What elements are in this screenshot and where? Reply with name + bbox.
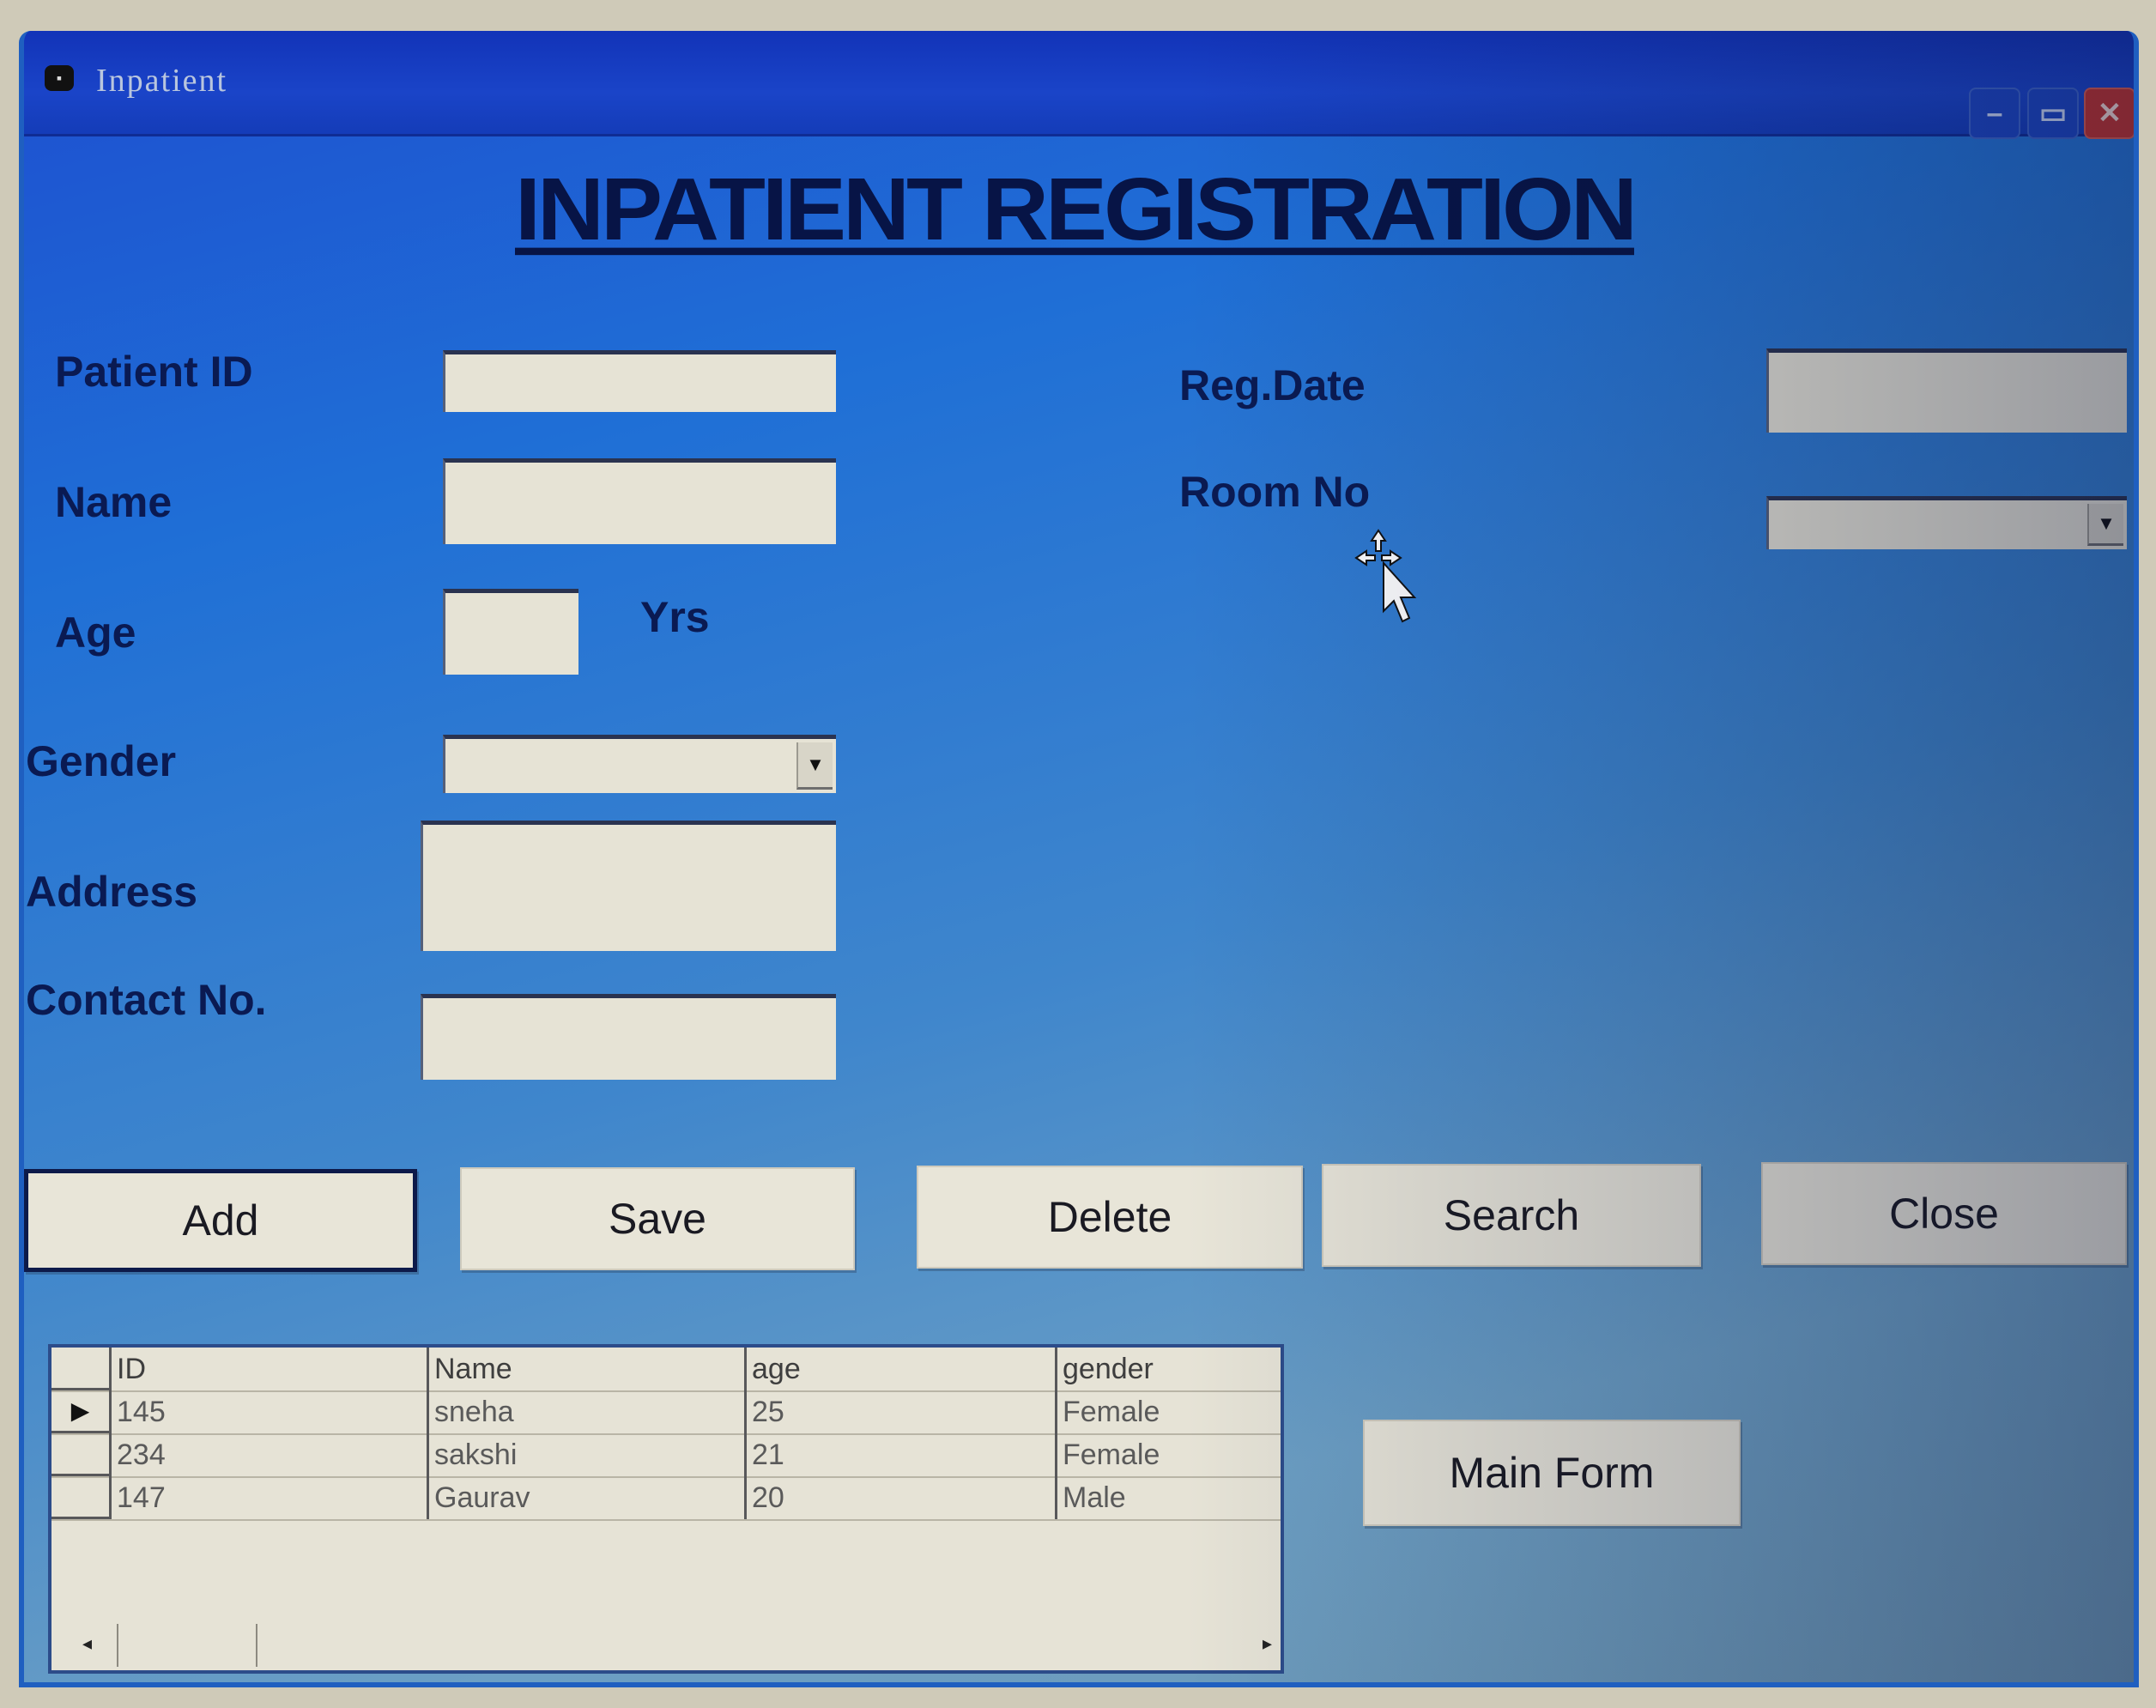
- scrollbar-thumb[interactable]: [117, 1624, 257, 1667]
- cell-age[interactable]: 25: [747, 1390, 1057, 1433]
- column-header-gender[interactable]: gender: [1057, 1348, 1281, 1390]
- save-button[interactable]: Save: [460, 1167, 855, 1270]
- scroll-left-icon[interactable]: ◂: [82, 1632, 92, 1655]
- age-label: Age: [55, 609, 136, 657]
- close-button[interactable]: Close: [1761, 1162, 2127, 1265]
- add-button[interactable]: Add: [24, 1169, 417, 1272]
- patient-data-grid[interactable]: ID Name age gender ▶ 145 sneha 25 Female…: [48, 1344, 1284, 1674]
- gender-select[interactable]: ▼: [443, 735, 836, 793]
- row-selector[interactable]: [51, 1433, 112, 1476]
- room-no-select[interactable]: ▼: [1766, 496, 2127, 549]
- column-header-name[interactable]: Name: [429, 1348, 747, 1390]
- title-bar[interactable]: ▪ Inpatient: [24, 31, 2134, 136]
- cell-id[interactable]: 145: [112, 1390, 429, 1433]
- row-selector[interactable]: [51, 1476, 112, 1519]
- contact-no-input[interactable]: [421, 994, 836, 1080]
- cell-age[interactable]: 21: [747, 1433, 1057, 1476]
- cell-gender[interactable]: Female: [1057, 1433, 1281, 1476]
- reg-date-label: Reg.Date: [1179, 361, 1366, 409]
- current-row-marker-icon[interactable]: ▶: [51, 1390, 112, 1433]
- inpatient-window: ▪ Inpatient – ▭ ✕ INPATIENT REGISTRATION…: [19, 31, 2139, 1687]
- cell-id[interactable]: 147: [112, 1476, 429, 1519]
- maximize-button[interactable]: ▭: [2027, 88, 2079, 139]
- delete-button[interactable]: Delete: [917, 1166, 1303, 1269]
- reg-date-input[interactable]: [1766, 348, 2127, 433]
- cell-gender[interactable]: Female: [1057, 1390, 1281, 1433]
- table-row[interactable]: 147 Gaurav 20 Male: [51, 1476, 1281, 1521]
- main-form-button[interactable]: Main Form: [1363, 1420, 1741, 1526]
- name-input[interactable]: [443, 458, 836, 544]
- contact-no-label: Contact No.: [26, 976, 267, 1024]
- address-textarea[interactable]: [421, 821, 836, 951]
- cell-name[interactable]: sneha: [429, 1390, 747, 1433]
- window-title: Inpatient: [96, 63, 228, 99]
- cell-name[interactable]: Gaurav: [429, 1476, 747, 1519]
- grid-corner: [51, 1348, 112, 1390]
- page-title: INPATIENT REGISTRATION: [515, 160, 1638, 258]
- address-label: Address: [26, 868, 198, 916]
- column-header-id[interactable]: ID: [112, 1348, 429, 1390]
- cell-age[interactable]: 20: [747, 1476, 1057, 1519]
- age-unit-label: Yrs: [640, 593, 710, 641]
- table-row[interactable]: 234 sakshi 21 Female: [51, 1433, 1281, 1478]
- room-no-label: Room No: [1179, 468, 1371, 516]
- table-row[interactable]: ▶ 145 sneha 25 Female: [51, 1390, 1281, 1435]
- horizontal-scrollbar[interactable]: ◂ ▸: [57, 1624, 1275, 1667]
- column-header-age[interactable]: age: [747, 1348, 1057, 1390]
- name-label: Name: [55, 478, 173, 526]
- close-window-button[interactable]: ✕: [2084, 88, 2134, 139]
- gender-label: Gender: [26, 737, 177, 785]
- cell-name[interactable]: sakshi: [429, 1433, 747, 1476]
- minimize-button[interactable]: –: [1969, 88, 2020, 139]
- cell-gender[interactable]: Male: [1057, 1476, 1281, 1519]
- patient-id-label: Patient ID: [55, 348, 253, 396]
- patient-id-input[interactable]: [443, 350, 836, 412]
- scroll-right-icon[interactable]: ▸: [1263, 1632, 1272, 1655]
- gender-dropdown-arrow-icon[interactable]: ▼: [796, 742, 833, 790]
- grid-header-row: ID Name age gender: [51, 1348, 1281, 1392]
- age-input[interactable]: [443, 589, 578, 675]
- search-button[interactable]: Search: [1322, 1164, 1701, 1267]
- app-icon: ▪: [45, 65, 74, 91]
- move-cursor-icon: [1354, 529, 1417, 623]
- cell-id[interactable]: 234: [112, 1433, 429, 1476]
- room-no-dropdown-arrow-icon[interactable]: ▼: [2087, 504, 2123, 546]
